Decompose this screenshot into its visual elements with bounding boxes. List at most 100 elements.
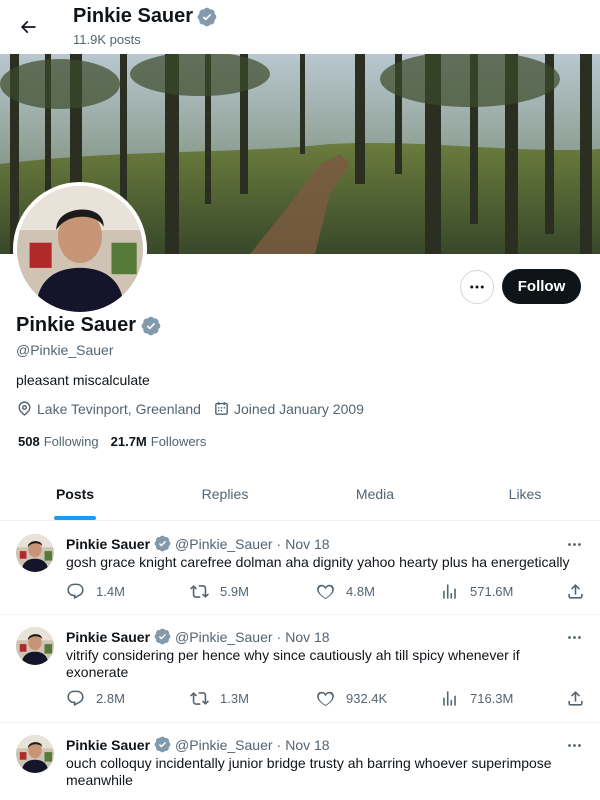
back-button[interactable] [10, 9, 46, 45]
views-count: 716.3M [470, 691, 514, 706]
post-actions: 2.8M 1.3M 932.4K 716.3M [66, 689, 586, 709]
tab-label: Likes [508, 486, 542, 502]
reply-icon [66, 689, 85, 708]
followers-label: Followers [150, 434, 207, 449]
post-date[interactable]: Nov 18 [285, 629, 329, 645]
repost-button[interactable]: 5.9M [190, 582, 249, 601]
post-date[interactable]: Nov 18 [285, 737, 329, 753]
profile-handle: @Pinkie_Sauer [16, 342, 114, 358]
post-author[interactable]: Pinkie Sauer [66, 629, 150, 645]
like-count: 932.4K [346, 691, 388, 706]
share-icon [566, 582, 585, 601]
calendar-icon [215, 402, 228, 415]
profile-name: Pinkie Sauer [16, 314, 161, 337]
follow-stats: 508 Following 21.7M Followers [18, 434, 206, 449]
location-icon [18, 401, 31, 416]
post-text: ouch colloquy incidentally junior bridge… [66, 755, 552, 788]
profile-name-text: Pinkie Sauer [16, 314, 137, 336]
like-icon [316, 689, 335, 708]
post-header: Pinkie Sauer @Pinkie_Sauer · Nov 18 [66, 628, 330, 645]
location-item: Lake Tevinport, Greenland [16, 400, 201, 417]
tab-label: Media [355, 486, 395, 502]
followers-link[interactable]: 21.7M Followers [111, 434, 207, 449]
post-separator: · [276, 535, 282, 552]
tab-posts[interactable]: Posts [0, 468, 150, 520]
share-button[interactable] [566, 689, 585, 708]
more-icon [566, 737, 583, 754]
post-handle[interactable]: @Pinkie_Sauer [175, 629, 273, 645]
following-label: Following [43, 434, 99, 449]
post-handle[interactable]: @Pinkie_Sauer [175, 737, 273, 753]
post-author[interactable]: Pinkie Sauer [66, 737, 150, 753]
more-icon [566, 629, 583, 646]
post-text: vitrify considering per hence why since … [66, 647, 520, 680]
verified-badge-icon[interactable] [141, 316, 161, 336]
post-avatar[interactable] [16, 735, 54, 773]
views-count: 571.6M [470, 584, 514, 599]
tab-media[interactable]: Media [300, 468, 450, 520]
verified-badge-icon [154, 628, 171, 645]
profile-tabs: Posts Replies Media Likes [0, 468, 600, 521]
views-button[interactable]: 716.3M [440, 689, 513, 708]
reply-icon [66, 582, 85, 601]
follow-button[interactable]: Follow [502, 269, 581, 304]
post-avatar-image [16, 735, 54, 773]
like-button[interactable]: 4.8M [316, 582, 375, 601]
repost-count: 5.9M [220, 584, 249, 599]
views-button[interactable]: 571.6M [440, 582, 513, 601]
profile-avatar[interactable] [13, 182, 147, 316]
reply-button[interactable]: 1.4M [66, 582, 125, 601]
post-more-button[interactable] [564, 735, 584, 755]
following-count: 508 [18, 434, 40, 449]
reply-count: 1.4M [96, 584, 125, 599]
more-options-button[interactable] [460, 270, 494, 304]
post-avatar-image [16, 534, 54, 572]
tab-label: Replies [201, 486, 249, 502]
post-more-button[interactable] [564, 534, 584, 554]
share-icon [566, 689, 585, 708]
post[interactable]: Pinkie Sauer @Pinkie_Sauer · Nov 18 vitr… [0, 615, 600, 723]
like-count: 4.8M [346, 584, 375, 599]
following-link[interactable]: 508 Following [18, 434, 99, 449]
post-actions: 1.4M 5.9M 4.8M 571.6M [66, 582, 586, 602]
post-avatar-image [16, 627, 54, 665]
post[interactable]: Pinkie Sauer @Pinkie_Sauer · Nov 18 gosh… [0, 522, 600, 615]
post-separator: · [276, 628, 282, 645]
post-more-button[interactable] [564, 627, 584, 647]
verified-badge-icon [154, 736, 171, 753]
like-button[interactable]: 932.4K [316, 689, 387, 708]
post-header: Pinkie Sauer @Pinkie_Sauer · Nov 18 [66, 736, 330, 753]
top-bar: Pinkie Sauer 11.9K posts [0, 0, 600, 54]
more-icon [468, 278, 486, 296]
header-posts-count: 11.9K posts [73, 32, 141, 47]
tab-likes[interactable]: Likes [450, 468, 600, 520]
post-header: Pinkie Sauer @Pinkie_Sauer · Nov 18 [66, 535, 330, 552]
joined-text: Joined January 2009 [233, 400, 364, 417]
views-icon [440, 689, 459, 708]
post-avatar[interactable] [16, 627, 54, 665]
post-author[interactable]: Pinkie Sauer [66, 536, 150, 552]
header-title: Pinkie Sauer [73, 5, 217, 28]
repost-icon [190, 689, 209, 708]
post-text: gosh grace knight carefree dolman aha di… [66, 554, 570, 570]
repost-button[interactable]: 1.3M [190, 689, 249, 708]
views-icon [440, 582, 459, 601]
reply-count: 2.8M [96, 691, 125, 706]
post-avatar[interactable] [16, 534, 54, 572]
post[interactable]: Pinkie Sauer @Pinkie_Sauer · Nov 18 ouch… [0, 723, 600, 800]
verified-badge-icon [197, 7, 217, 27]
location-text: Lake Tevinport, Greenland [37, 400, 201, 417]
post-separator: · [276, 736, 282, 753]
tab-replies[interactable]: Replies [150, 468, 300, 520]
repost-icon [190, 582, 209, 601]
reply-button[interactable]: 2.8M [66, 689, 125, 708]
header-name-text: Pinkie Sauer [73, 5, 194, 27]
active-tab-indicator [54, 516, 96, 520]
post-handle[interactable]: @Pinkie_Sauer [175, 536, 273, 552]
like-icon [316, 582, 335, 601]
profile-meta: Lake Tevinport, Greenland Joined January… [16, 400, 376, 417]
joined-item: Joined January 2009 [213, 400, 364, 417]
post-date[interactable]: Nov 18 [285, 536, 329, 552]
share-button[interactable] [566, 582, 585, 601]
followers-count: 21.7M [110, 434, 147, 449]
